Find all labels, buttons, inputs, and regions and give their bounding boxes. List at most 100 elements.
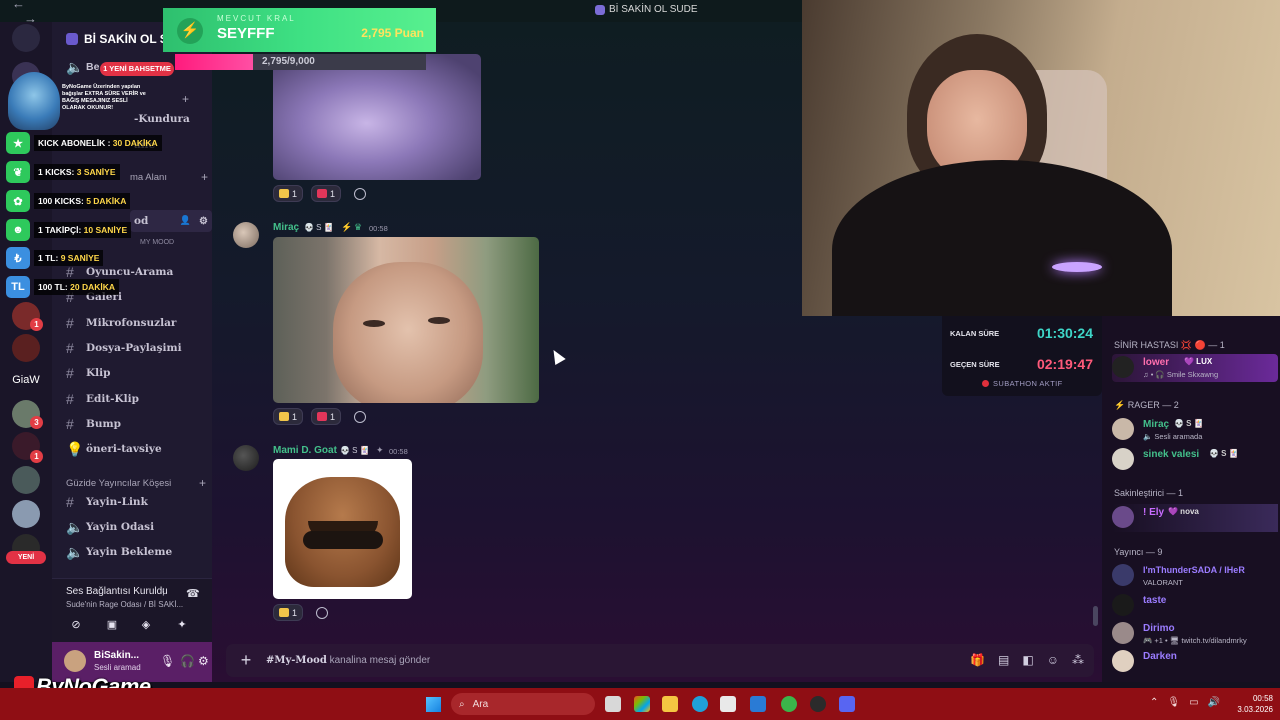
microphone-icon[interactable]: 🎙 [160,654,175,668]
image-eye [428,317,450,324]
taskbar-search[interactable]: ⌕ Ara [451,693,595,715]
member-item[interactable]: ! Ely 💜 nova [1112,504,1278,532]
channel-item-my-mood[interactable]: od 👤 ⚙ [130,210,212,232]
attach-plus-icon[interactable]: + [226,650,266,671]
promo-text: ByNoGame Üzerinden yapılan bağışlar EXTR… [62,84,146,111]
message-composer[interactable]: + #My-Mood kanalina mesaj gönder 🎁 ▤ ◧ ☺… [226,644,1094,677]
reaction-button[interactable]: 1 [311,408,342,425]
back-arrow-icon[interactable]: ← [12,0,25,11]
message-author[interactable]: Miraç [273,222,299,233]
member-item[interactable]: taste [1112,592,1278,620]
scrollbar[interactable] [1093,606,1098,626]
noise-suppression-icon[interactable]: ⫶ [162,587,165,600]
chevron-up-icon[interactable]: ⌃ [1150,697,1158,708]
avatar [1112,418,1134,440]
member-item[interactable]: Miraç 💀 S 🃏 🔈 Sesli aramada [1112,416,1278,444]
volume-icon[interactable]: 🔊 [1208,697,1220,708]
soundboard-button[interactable]: ✦ [168,615,196,635]
rate-value: 20 DAKİKA [70,282,116,292]
headphones-icon[interactable]: 🎧 [180,654,195,668]
avatar[interactable] [233,445,259,471]
store-icon[interactable] [634,696,650,712]
member-name: Dirimo [1143,623,1175,634]
mail-icon[interactable] [750,696,766,712]
message-author[interactable]: Mami D. Goat [273,445,337,456]
emoji-icon[interactable]: ☺ [1047,653,1059,667]
channel-item[interactable]: 💡 öneri-tavsiye [62,438,212,460]
composer-placeholder[interactable]: #My-Mood kanalina mesaj gönder [266,655,430,666]
reaction-count: 1 [292,607,298,618]
channel-label: od [134,215,149,227]
channel-item[interactable]: # Edit-Klip [62,388,212,410]
obs-icon[interactable] [810,696,826,712]
disconnect-icon[interactable]: ☎ [186,587,200,600]
server-icon [595,4,605,15]
server-giaw[interactable]: GiaW [8,374,44,386]
member-status: VALORANT [1143,578,1183,587]
member-item[interactable]: sinek valesi 💀 S 🃏 [1112,446,1278,474]
channel-item[interactable]: 🔈 Yayin Bekleme [62,541,212,563]
leader-points: 2,795 Puan [361,26,424,40]
channel-item[interactable]: # Yayin-Link [62,491,212,513]
microphone-icon[interactable]: 🎙 [1167,697,1180,708]
chrome-icon[interactable] [781,696,797,712]
camera-off-button[interactable]: ⊘ [62,615,90,635]
discord-icon[interactable] [839,696,855,712]
add-channel-icon[interactable]: + [199,476,206,490]
reaction-button[interactable]: 1 [273,185,304,202]
discord-home-icon[interactable] [12,24,40,52]
message-image[interactable] [273,237,539,403]
add-reaction-icon[interactable] [316,607,328,619]
channel-item[interactable]: # Bump [62,413,212,435]
channel-item[interactable]: # Mikrofonsuzlar [62,312,212,334]
category-header[interactable]: ma Alanı + [130,170,208,184]
promo-character [8,72,60,130]
activities-button[interactable]: ◈ [132,615,160,635]
apps-icon[interactable]: ⁂ [1072,653,1084,667]
taskbar-clock[interactable]: 00:58 3.03.2026 [1233,693,1273,715]
unread-badge: 1 [30,318,43,331]
member-item[interactable]: Dirimo 🎮 +1 • 🖥 twitch.tv/dilandmrky [1112,620,1278,648]
gift-icon[interactable]: 🎁 [970,653,985,667]
folder-icon[interactable] [662,696,678,712]
add-reaction-icon[interactable] [354,411,366,423]
member-status: 🔈 Sesli aramada [1143,432,1203,441]
member-item[interactable]: lower 💜 LUX ♫ • 🎧 Smile Skxawng [1112,354,1278,382]
message-image[interactable] [273,54,481,180]
add-member-icon[interactable]: 👤 [180,216,191,226]
message-image[interactable] [273,459,412,599]
reaction-button[interactable]: 1 [311,185,342,202]
channel-item[interactable]: # Klip [62,362,212,384]
avatar[interactable] [64,650,86,672]
channel-item[interactable]: 🔈 Yayin Odasi [62,516,212,538]
category-plus[interactable]: + [182,92,202,106]
reaction-button[interactable]: 1 [273,408,304,425]
server-icon[interactable] [12,500,40,528]
task-view-icon[interactable] [605,696,621,712]
channel-item[interactable]: # Dosya-Paylaşimi [62,337,212,359]
hash-icon: # [66,365,74,381]
reaction-button[interactable]: 1 [273,604,304,621]
add-reaction-icon[interactable] [354,188,366,200]
screen-share-button[interactable]: ▣ [98,615,126,635]
rate-label: 1 TL: [38,253,59,263]
avatar[interactable] [233,222,259,248]
edge-icon[interactable] [692,696,708,712]
member-item[interactable]: I'mThunderSADA / IHeR VALORANT [1112,562,1278,590]
voice-status-subtitle[interactable]: Sude'nin Rage Odası / Bİ SAKİ... [66,600,183,609]
windows-start-icon[interactable] [426,697,441,712]
display-icon[interactable]: ▭ [1189,697,1198,708]
gif-icon[interactable]: ▤ [998,653,1009,667]
category-header[interactable]: Güzide Yayıncılar Köşesi + [66,476,206,490]
role-badges: 💀 S 🃏 [340,446,370,455]
app-icon[interactable] [720,696,736,712]
sticker-icon[interactable]: ◧ [1022,653,1033,667]
rate-label: 1 KICKS: [38,167,75,177]
server-icon[interactable] [12,466,40,494]
gear-icon[interactable]: ⚙ [198,654,209,668]
server-icon[interactable] [12,334,40,362]
add-channel-icon[interactable]: + [201,170,208,184]
gear-icon[interactable]: ⚙ [199,216,208,227]
rate-text: 100 TL: 20 DAKİKA [34,279,120,295]
member-item[interactable]: Darken [1112,648,1278,676]
